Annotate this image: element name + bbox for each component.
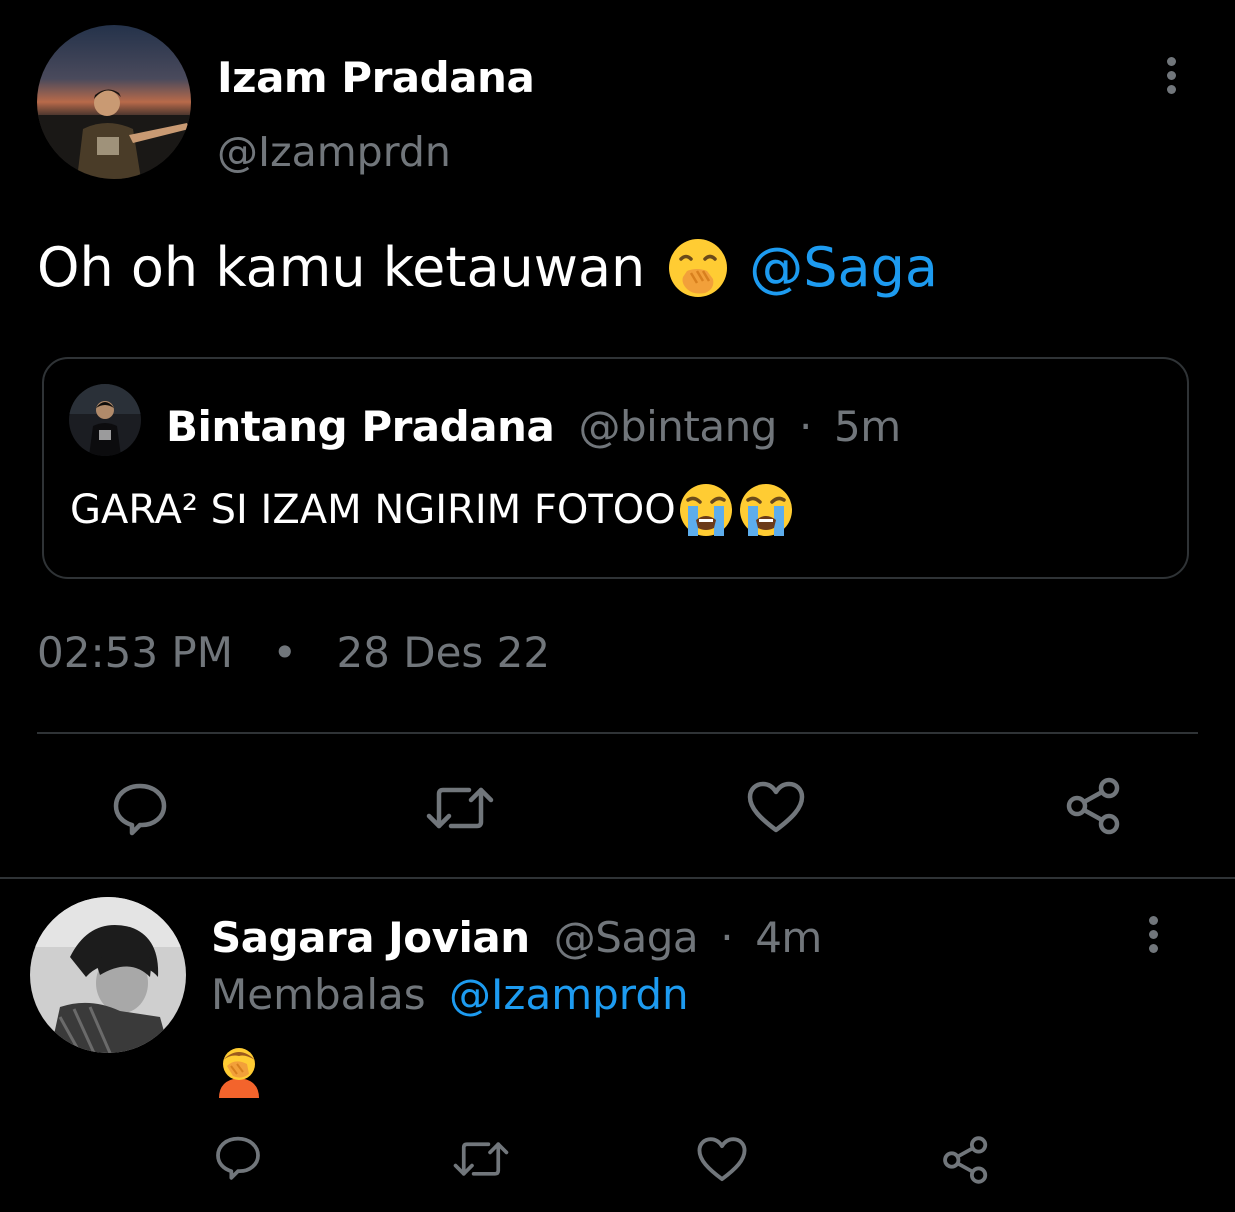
author-handle[interactable]: @Izamprdn: [217, 124, 451, 180]
quoted-author-row: Bintang Pradana @bintang · 5m: [166, 398, 901, 456]
quoted-author-handle: @bintang: [578, 402, 777, 451]
divider: [37, 732, 1198, 734]
timestamp-time: 02:53 PM: [37, 628, 233, 677]
replying-to: Membalas @Izamprdn: [211, 967, 689, 1023]
like-icon[interactable]: [746, 778, 806, 838]
quoted-avatar: [69, 384, 141, 456]
loudly-crying-face-icon: [738, 482, 794, 538]
reply-more-options-icon[interactable]: [1133, 904, 1173, 964]
reply-author-name[interactable]: Sagara Jovian: [211, 913, 530, 962]
reply-separator: ·: [720, 913, 734, 962]
person-facepalming-icon: [215, 1046, 263, 1098]
reply-author-row: Sagara Jovian @Saga · 4m: [211, 910, 822, 966]
face-with-hand-over-mouth-icon: [667, 237, 729, 299]
tweet-body: Oh oh kamu ketauwan: [37, 236, 646, 299]
reply-time[interactable]: 4m: [755, 913, 822, 962]
reply-avatar-photo: [30, 897, 186, 1053]
reply-retweet-icon[interactable]: [452, 1136, 510, 1182]
more-options-icon[interactable]: [1151, 45, 1191, 105]
avatar[interactable]: [37, 25, 191, 179]
quoted-tweet-card[interactable]: [42, 357, 1189, 579]
mention-link[interactable]: @Saga: [749, 232, 938, 304]
reply-author-handle[interactable]: @Saga: [554, 913, 699, 962]
reply-avatar[interactable]: [30, 897, 186, 1053]
avatar-photo: [37, 25, 191, 179]
quoted-author-name: Bintang Pradana: [166, 402, 555, 451]
reply-share-icon[interactable]: [940, 1134, 992, 1186]
loudly-crying-face-icon: [678, 482, 734, 538]
reply-reply-icon[interactable]: [213, 1132, 263, 1182]
replying-handle-link[interactable]: @Izamprdn: [449, 970, 689, 1019]
tweet-timestamp[interactable]: 02:53 PM • 28 Des 22: [37, 624, 550, 682]
quoted-separator: ·: [799, 402, 812, 451]
retweet-icon[interactable]: [425, 780, 495, 836]
replying-label: Membalas: [211, 970, 426, 1019]
reply-icon[interactable]: [110, 778, 170, 838]
share-icon[interactable]: [1063, 776, 1125, 836]
reply-like-icon[interactable]: [696, 1134, 748, 1186]
timestamp-date: 28 Des 22: [336, 628, 551, 677]
quoted-avatar-photo: [69, 384, 141, 456]
timestamp-separator: •: [272, 628, 298, 677]
quoted-text: GARA² SI IZAM NGIRIM FOTOO: [70, 482, 794, 538]
author-name[interactable]: Izam Pradana: [217, 50, 535, 106]
tweet-text: Oh oh kamu ketauwan @Saga: [37, 232, 938, 304]
quoted-time: 5m: [833, 402, 901, 451]
quoted-body: GARA² SI IZAM NGIRIM FOTOO: [70, 487, 676, 533]
divider: [0, 877, 1235, 879]
